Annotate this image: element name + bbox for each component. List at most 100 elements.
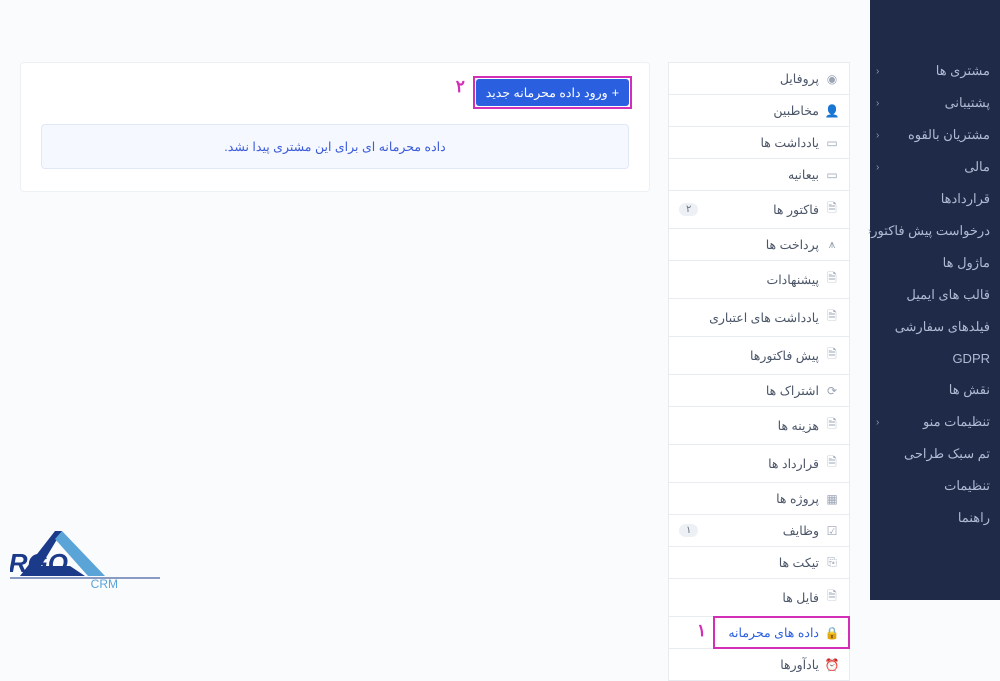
tab-item[interactable]: 🗎 پیشنهادات (668, 260, 850, 298)
svg-text:CRM: CRM (91, 577, 118, 591)
empty-vault-alert: داده محرمانه ای برای این مشتری پیدا نشد. (41, 124, 629, 169)
tab-label: مخاطبین (773, 103, 819, 118)
tab-item[interactable]: ▦ پروژه ها (668, 482, 850, 514)
tab-label: بیعانیه (788, 167, 819, 182)
sidebar-item[interactable]: پشتیبانی ‹ (870, 87, 1000, 119)
new-vault-entry-button[interactable]: + ورود داده محرمانه جدید (476, 79, 629, 106)
tab-item[interactable]: 🗎قرارداد ها (668, 444, 850, 482)
note-icon: ▭ (825, 136, 839, 150)
tab-label: پیش فاکتورها (750, 348, 819, 363)
sidebar-item[interactable]: مشتریان بالقوه ‹ (870, 119, 1000, 151)
tab-item[interactable]: 🗎 پیش فاکتورها (668, 336, 850, 374)
user-circle-icon: ◉ (825, 72, 839, 86)
tab-label: پیشنهادات (766, 272, 819, 287)
chevron-left-icon: ‹ (876, 98, 879, 109)
file-icon: 🗎 (825, 269, 839, 290)
chevron-left-icon: ‹ (876, 66, 879, 77)
sidebar-item-label: درخواست پیش فاکتور (871, 223, 990, 239)
sidebar-item-label: فیلدهای سفارشی (895, 319, 990, 335)
sidebar-item[interactable]: نقش ها (870, 374, 1000, 406)
file-icon: 🗎 (825, 345, 839, 366)
sidebar-item[interactable]: راهنما (870, 502, 1000, 534)
tab-item[interactable]: 🗎 یادداشت های اعتباری (668, 298, 850, 336)
tab-item[interactable]: 👤 مخاطبین (668, 94, 850, 126)
sidebar-item-label: قالب های ایمیل (906, 287, 990, 303)
tab-label: پروفایل (780, 71, 819, 86)
tab-label: تیکت ها (779, 555, 819, 570)
tab-label: پروژه ها (776, 491, 819, 506)
count-badge: ۲ (679, 203, 698, 216)
sidebar-item[interactable]: فیلدهای سفارشی (870, 311, 1000, 343)
tutorial-marker-1: ۱ (697, 621, 706, 641)
sidebar-item-label: مشتری ها (936, 63, 990, 79)
chevron-left-icon: ‹ (876, 130, 879, 141)
tab-label: هزینه ها (778, 418, 819, 433)
tab-label: فایل ها (782, 590, 819, 605)
plus-icon: + (612, 86, 619, 100)
sidebar-item-label: ماژول ها (943, 255, 990, 271)
chart-icon: ⩚ (825, 237, 839, 252)
tab-item[interactable]: 🔒 داده های محرمانه ۱ (668, 616, 850, 648)
argo-logo-icon: RGO CRM (10, 526, 160, 596)
tab-item[interactable]: ▭یادداشت ها (668, 126, 850, 158)
tutorial-marker-2: ۲ (456, 77, 465, 97)
sidebar-item-label: راهنما (958, 510, 990, 526)
sidebar-item[interactable]: تنظیمات منو‹ (870, 406, 1000, 438)
sidebar-item[interactable]: درخواست پیش فاکتور‹ (870, 215, 1000, 247)
tab-label: داده های محرمانه (728, 625, 819, 640)
doc-icon: ▭ (825, 168, 839, 182)
tab-item[interactable]: 🗎 فایل ها (668, 578, 850, 616)
tab-item[interactable]: 🗎فاکتور ها۲ (668, 190, 850, 228)
check-icon: ☑ (825, 524, 839, 538)
brand-logo: RGO CRM (10, 526, 160, 596)
refresh-icon: ⟳ (825, 384, 839, 398)
lock-icon: 🔒 (825, 626, 839, 640)
tab-label: یادآورها (780, 657, 819, 672)
tab-label: یادداشت های اعتباری (709, 310, 819, 325)
sidebar-item[interactable]: مالی ‹ (870, 151, 1000, 183)
file-icon: 🗎 (825, 453, 839, 474)
sidebar-item[interactable]: ماژول ها (870, 247, 1000, 279)
vault-card: + ورود داده محرمانه جدید ۲ داده محرمانه … (20, 62, 650, 192)
chevron-left-icon: ‹ (876, 417, 879, 428)
tab-item[interactable]: 🗎 هزینه ها (668, 406, 850, 444)
tab-item[interactable]: ☑ وظایف ۱ (668, 514, 850, 546)
sidebar-item-label: مالی (964, 159, 990, 175)
sidebar-item-label: قراردادها (941, 191, 990, 207)
sidebar-item-label: نقش ها (949, 382, 990, 398)
tab-item[interactable]: ⏰ یادآورها (668, 648, 850, 681)
grid-icon: ▦ (825, 492, 839, 506)
sidebar-item[interactable]: مشتری ها ‹ (870, 55, 1000, 87)
count-badge: ۱ (679, 524, 698, 537)
tab-item[interactable]: ⎘ تیکت ها (668, 546, 850, 578)
sidebar-item[interactable]: تم سبک طراحی (870, 438, 1000, 470)
customer-tabs: ◉پروفایل👤مخاطبین▭یادداشت ها▭بیعانیه🗎فاکت… (668, 62, 850, 600)
new-vault-entry-label: ورود داده محرمانه جدید (486, 85, 608, 100)
sidebar-item[interactable]: GDPR (870, 343, 1000, 374)
tab-item[interactable]: ⟳ اشتراک ها (668, 374, 850, 406)
file-icon: 🗎 (825, 307, 839, 328)
tab-item[interactable]: ▭ بیعانیه (668, 158, 850, 190)
file-icon: 🗎 (825, 415, 839, 436)
main-sidebar: مشتری ها ‹ پشتیبانی ‹ مشتریان بالقوه ‹ مالی ‹ قر… (870, 0, 1000, 600)
tab-label: پرداخت ها (766, 237, 819, 252)
sidebar-item-label: تم سبک طراحی (904, 446, 990, 462)
ticket-icon: ⎘ (825, 555, 839, 570)
file-icon: 🗎 (825, 587, 839, 608)
tab-item[interactable]: ◉ پروفایل (668, 62, 850, 94)
chevron-left-icon: ‹ (876, 162, 879, 173)
sidebar-item-label: تنظیمات (944, 478, 990, 494)
svg-text:RGO: RGO (10, 548, 68, 578)
tab-label: اشتراک ها (766, 383, 819, 398)
bell-icon: ⏰ (825, 658, 839, 672)
users-icon: 👤 (825, 104, 839, 118)
sidebar-item-label: پشتیبانی (945, 95, 990, 111)
sidebar-item-label: مشتریان بالقوه (908, 127, 990, 143)
sidebar-item[interactable]: قالب های ایمیل (870, 279, 1000, 311)
file-icon: 🗎 (825, 199, 839, 220)
tab-label: وظایف (783, 523, 819, 538)
sidebar-item[interactable]: قراردادها (870, 183, 1000, 215)
tab-item[interactable]: ⩚ پرداخت ها (668, 228, 850, 260)
sidebar-item-label: GDPR (952, 351, 990, 366)
sidebar-item[interactable]: تنظیمات (870, 470, 1000, 502)
